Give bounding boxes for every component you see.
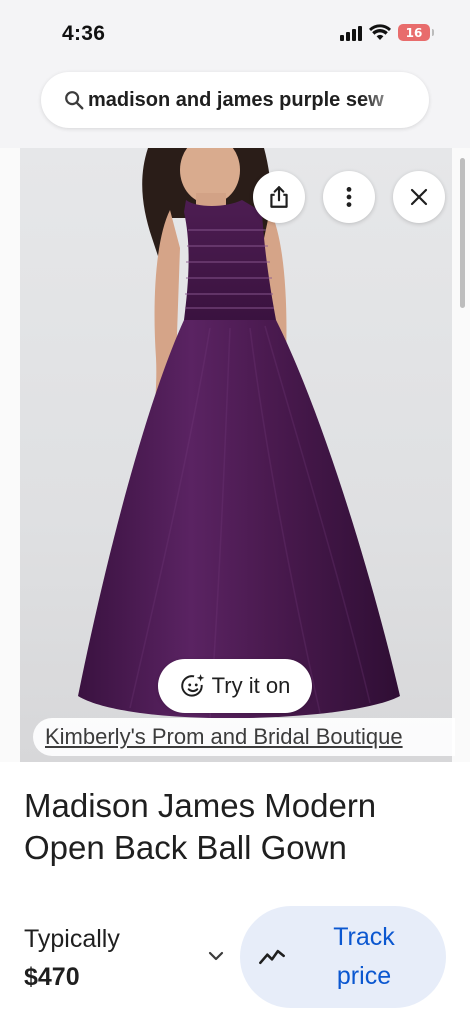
status-time: 4:36 bbox=[62, 22, 106, 45]
battery-icon: 16 bbox=[398, 24, 434, 41]
trending-icon bbox=[259, 949, 285, 965]
price-value: $470 bbox=[24, 963, 80, 991]
track-price-button[interactable]: Track price bbox=[240, 906, 446, 1008]
source-chip[interactable]: Kimberly's Prom and Bridal Boutique bbox=[33, 718, 455, 756]
status-bar: 4:36 16 bbox=[0, 0, 470, 66]
price-label: Typically bbox=[24, 925, 120, 953]
status-icons: 16 bbox=[340, 24, 434, 41]
cellular-signal-icon bbox=[340, 25, 362, 41]
try-it-on-label: Try it on bbox=[211, 673, 291, 698]
battery-level: 16 bbox=[405, 25, 423, 40]
search-area: madison and james purple sew bbox=[0, 66, 470, 148]
search-icon bbox=[65, 91, 84, 110]
more-options-button[interactable] bbox=[323, 171, 375, 223]
face-sparkle-icon bbox=[180, 674, 205, 697]
source-link[interactable]: Kimberly's Prom and Bridal Boutique bbox=[45, 724, 403, 750]
chevron-down-icon[interactable] bbox=[204, 944, 228, 968]
scrollbar[interactable] bbox=[460, 158, 465, 308]
close-icon bbox=[410, 188, 428, 206]
search-bar[interactable]: madison and james purple sew bbox=[41, 72, 429, 128]
price-block: Typically $470 bbox=[24, 920, 120, 996]
share-icon bbox=[270, 186, 288, 208]
wifi-icon bbox=[369, 24, 391, 40]
image-viewer: Try it on Kimberly's Prom and Bridal Bou… bbox=[0, 148, 470, 762]
track-price-label: Track price bbox=[333, 923, 395, 990]
product-title: Madison James Modern Open Back Ball Gown bbox=[24, 787, 377, 866]
close-button[interactable] bbox=[393, 171, 445, 223]
share-button[interactable] bbox=[253, 171, 305, 223]
search-query[interactable]: madison and james purple sew bbox=[88, 89, 410, 112]
try-it-on-button[interactable]: Try it on bbox=[158, 659, 312, 713]
more-vert-icon bbox=[346, 187, 352, 207]
